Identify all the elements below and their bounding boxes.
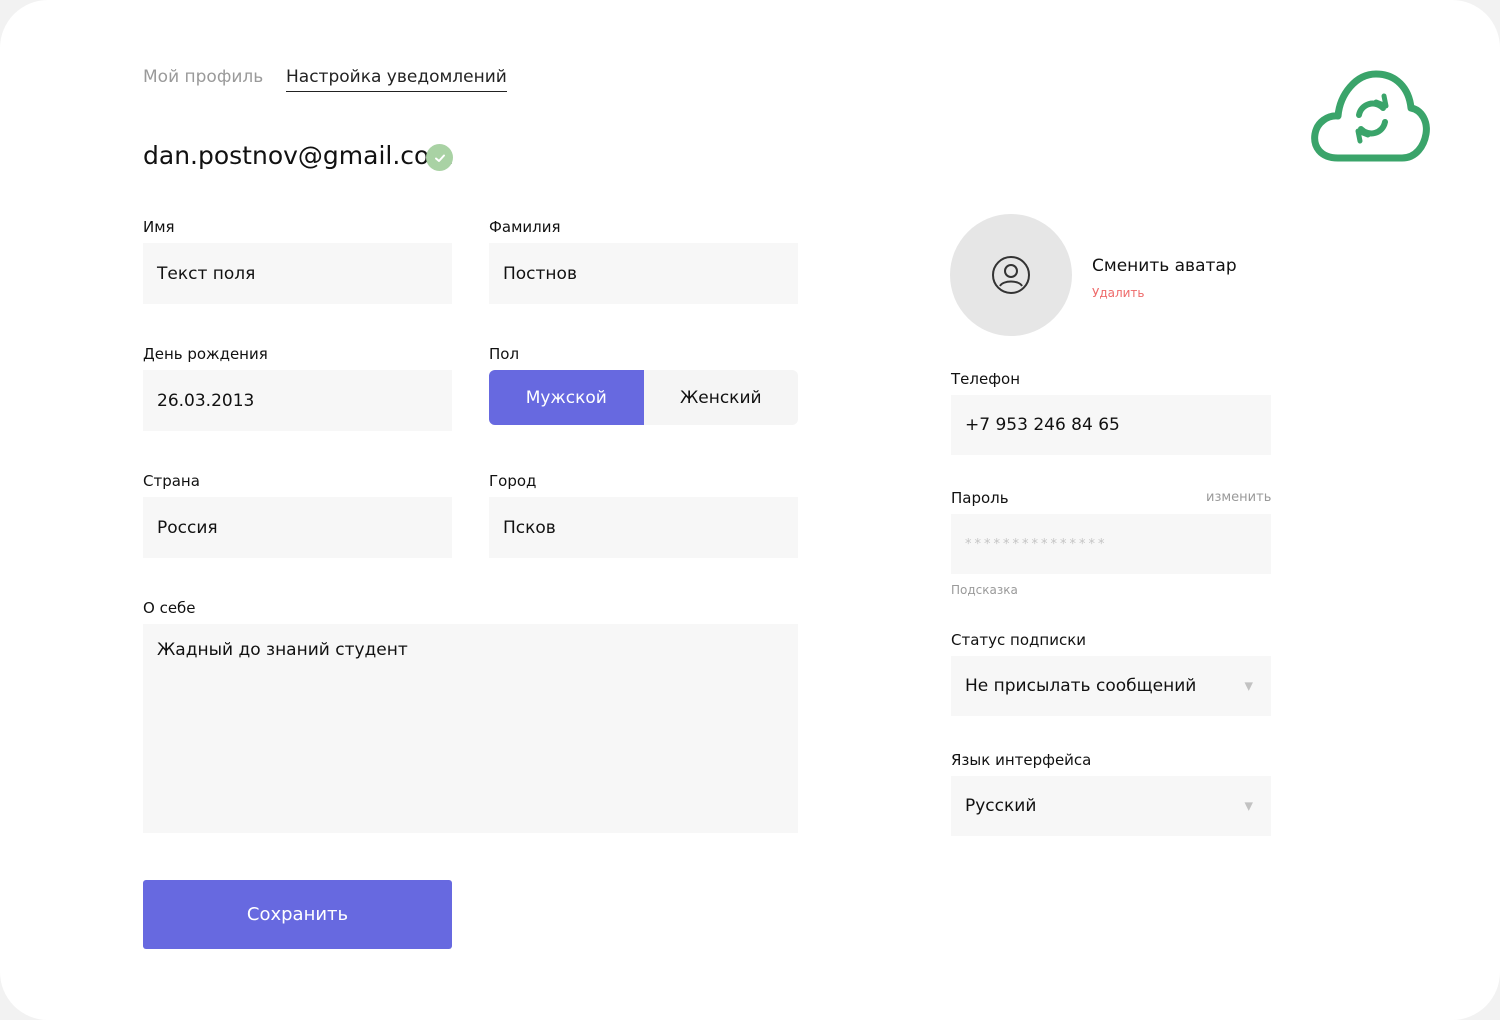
city-field[interactable]: Псков (489, 497, 798, 558)
password-label: Пароль (951, 489, 1009, 507)
avatar[interactable] (950, 214, 1072, 336)
tab-notification-settings[interactable]: Настройка уведомлений (286, 67, 507, 92)
cloud-sync-icon (1310, 68, 1432, 168)
user-icon (992, 256, 1030, 294)
country-value: Россия (157, 517, 218, 538)
phone-label: Телефон (951, 370, 1021, 388)
first-name-value: Текст поля (157, 263, 256, 284)
delete-avatar-link[interactable]: Удалить (1092, 286, 1145, 300)
tab-my-profile[interactable]: Мой профиль (143, 67, 263, 87)
language-select[interactable]: Русский ▼ (951, 776, 1271, 836)
gender-label: Пол (489, 345, 520, 363)
first-name-label: Имя (143, 218, 175, 236)
last-name-value: Постнов (503, 263, 577, 284)
gender-option-male[interactable]: Мужской (489, 370, 644, 425)
phone-field[interactable]: +7 953 246 84 65 (951, 395, 1271, 455)
user-email: dan.postnov@gmail.com (143, 141, 454, 170)
triangle-down-icon: ▼ (1244, 799, 1253, 813)
birthday-label: День рождения (143, 345, 268, 363)
subscription-value: Не присылать сообщений (965, 676, 1197, 696)
city-label: Город (489, 472, 537, 490)
last-name-field[interactable]: Постнов (489, 243, 798, 304)
save-button[interactable]: Сохранить (143, 880, 452, 949)
subscription-label: Статус подписки (951, 631, 1086, 649)
check-icon (426, 144, 453, 171)
phone-value: +7 953 246 84 65 (965, 415, 1120, 435)
language-value: Русский (965, 796, 1037, 816)
password-value: *************** (965, 536, 1108, 552)
password-hint: Подсказка (951, 583, 1018, 597)
first-name-field[interactable]: Текст поля (143, 243, 452, 304)
triangle-down-icon: ▼ (1244, 679, 1253, 693)
birthday-field[interactable]: 26.03.2013 (143, 370, 452, 431)
last-name-label: Фамилия (489, 218, 561, 236)
country-field[interactable]: Россия (143, 497, 452, 558)
language-label: Язык интерфейса (951, 751, 1092, 769)
password-field[interactable]: *************** (951, 514, 1271, 574)
profile-settings-card: Мой профиль Настройка уведомлений dan.po… (0, 0, 1500, 1020)
city-value: Псков (503, 517, 556, 538)
about-textarea[interactable]: Жадный до знаний студент (143, 624, 798, 833)
about-label: О себе (143, 599, 196, 617)
about-value: Жадный до знаний студент (157, 640, 408, 660)
subscription-select[interactable]: Не присылать сообщений ▼ (951, 656, 1271, 716)
change-avatar-link[interactable]: Сменить аватар (1092, 256, 1237, 276)
country-label: Страна (143, 472, 200, 490)
birthday-value: 26.03.2013 (157, 390, 255, 411)
gender-option-female[interactable]: Женский (644, 370, 799, 425)
gender-toggle[interactable]: Мужской Женский (489, 370, 798, 425)
change-password-link[interactable]: изменить (1206, 490, 1271, 505)
